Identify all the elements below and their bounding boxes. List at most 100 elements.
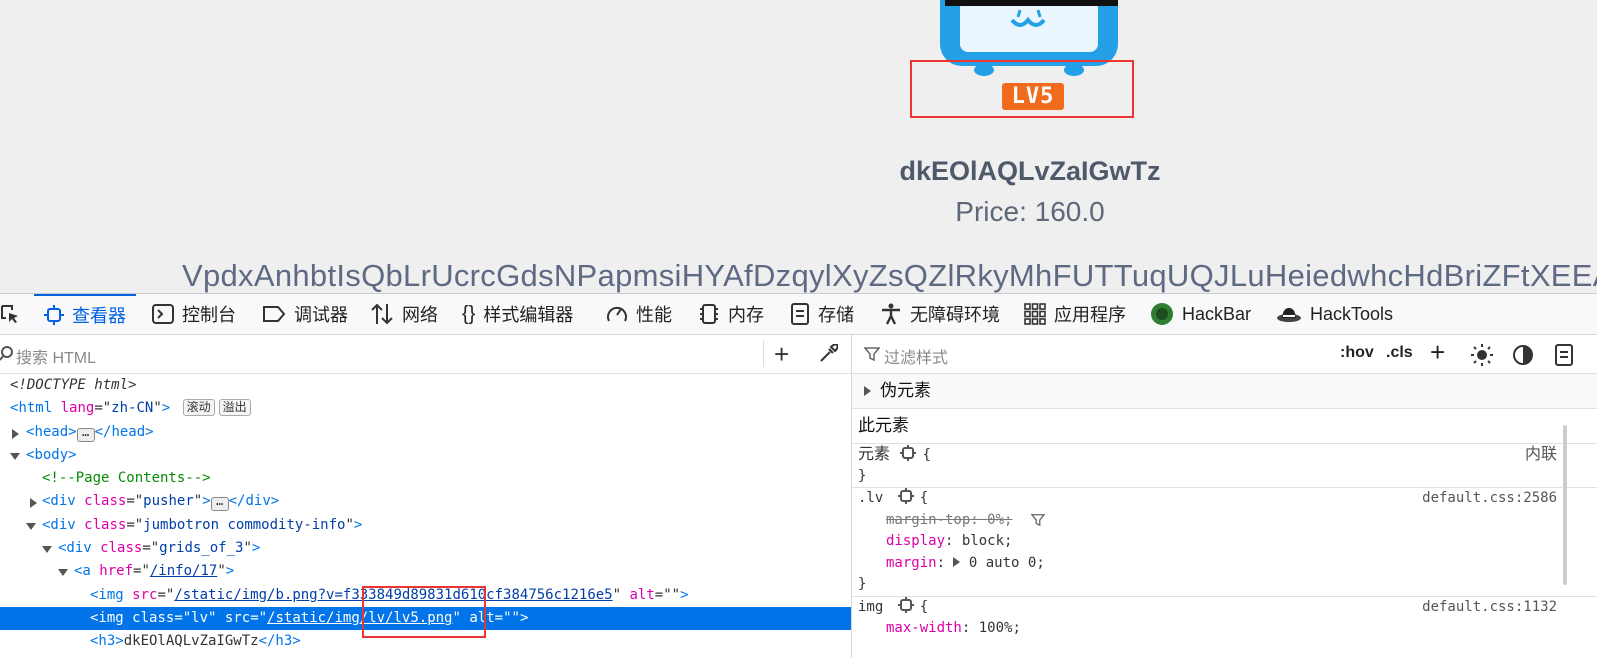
highlight-selector-icon[interactable] [900, 445, 917, 461]
css-declaration[interactable]: display: block; [852, 531, 1597, 553]
expand-triangle-icon[interactable] [30, 498, 37, 509]
rule-selector: 元素 [858, 446, 891, 463]
cls-button[interactable]: .cls [1386, 344, 1413, 362]
memory-icon [700, 304, 718, 324]
collapse-triangle-icon[interactable] [58, 569, 68, 577]
tree-node-div-grids[interactable]: <div class="grids_of_3"> [0, 537, 851, 560]
filter-styles-input[interactable]: 过滤样式 [884, 344, 948, 368]
divider [763, 341, 764, 367]
highlight-box-level [910, 60, 1134, 118]
tab-network[interactable]: 网络 [370, 294, 438, 334]
tab-label: 控制台 [182, 305, 236, 325]
light-theme-icon[interactable] [1470, 343, 1494, 367]
markup-panel: 搜索 HTML + <!DOCTYPE html> <html lang="zh… [0, 335, 852, 658]
add-node-button[interactable]: + [774, 341, 789, 367]
highlight-selector-icon[interactable] [897, 488, 914, 504]
highlight-box-src [362, 586, 486, 638]
tab-hackbar[interactable]: HackBar [1150, 294, 1251, 334]
hackbar-icon [1151, 303, 1173, 325]
tab-label: 应用程序 [1054, 305, 1126, 325]
tab-label: 查看器 [72, 306, 126, 326]
section-title: 伪元素 [880, 381, 931, 400]
tab-label: HackTools [1310, 303, 1394, 324]
rule-img[interactable]: img { default.css:1132 max-width: 100%; [852, 596, 1597, 640]
eyedropper-icon[interactable] [818, 344, 838, 364]
rules-scrollbar[interactable] [1563, 425, 1567, 585]
product-title: dkEOlAQLvZaIGwTz [899, 156, 1161, 186]
tree-node-head[interactable]: <head>… </head> [0, 421, 851, 444]
collapse-triangle-icon[interactable] [10, 452, 20, 460]
application-icon [1024, 303, 1046, 325]
rule-selector: img [858, 598, 884, 615]
expand-triangle-icon[interactable] [12, 428, 19, 439]
tree-node-div-jumbotron[interactable]: <div class="jumbotron commodity-info"> [0, 514, 851, 537]
accessibility-icon [882, 303, 900, 325]
tree-node-body[interactable]: <body> [0, 444, 851, 467]
rule-lv[interactable]: .lv { default.css:2586 margin-top: 0%; d… [852, 488, 1597, 597]
collapsed-ellipsis-icon[interactable]: … [210, 495, 229, 512]
tree-node-div-pusher[interactable]: <div class="pusher">… </div> [0, 490, 851, 513]
tab-hacktools[interactable]: HackTools [1276, 294, 1393, 334]
tab-accessibility[interactable]: 无障碍环境 [880, 294, 1000, 334]
dark-theme-icon[interactable] [1512, 344, 1534, 366]
collapsed-ellipsis-icon[interactable]: … [76, 426, 95, 442]
tree-node-html[interactable]: <html lang="zh-CN"> 滚动 溢出 [0, 397, 851, 420]
tab-inspector[interactable]: 查看器 [34, 294, 136, 334]
collapse-triangle-icon[interactable] [26, 522, 36, 530]
rule-source: 内联 [1524, 446, 1557, 463]
expand-triangle-icon[interactable] [953, 556, 961, 567]
tab-memory[interactable]: 内存 [698, 294, 764, 334]
collapse-triangle-icon[interactable] [42, 546, 52, 554]
scroll-badge[interactable]: 滚动 [182, 399, 215, 417]
add-rule-button[interactable]: + [1430, 337, 1445, 368]
tab-storage[interactable]: 存储 [790, 294, 854, 334]
tab-label: 调试器 [294, 305, 348, 325]
tab-console[interactable]: 控制台 [152, 294, 236, 334]
tree-node-a[interactable]: <a href="/info/17"> [0, 560, 851, 583]
style-editor-icon: {} [462, 302, 476, 325]
tab-label: 内存 [728, 305, 764, 325]
search-row: 搜索 HTML + [0, 335, 851, 374]
pseudo-elements-section[interactable]: 伪元素 [852, 374, 1597, 409]
tree-node-doctype[interactable]: <!DOCTYPE html> [0, 374, 851, 397]
search-icon [0, 346, 13, 361]
product-description: VpdxAnhbtIsQbLrUcrcGdsNPapmsiHYAfDzqylXy… [182, 258, 1597, 293]
tab-label: 网络 [402, 305, 438, 325]
network-icon [371, 303, 393, 325]
this-element-section: 此元素 [852, 409, 1597, 444]
devtools-toolbar: 查看器 控制台 调试器 网络 {} 样式编辑器 性能 内存 存储 无障碍环境 应… [0, 293, 1597, 335]
page-preview: LV5 dkEOlAQLvZaIGwTz Price: 160.0 VpdxAn… [0, 0, 1597, 293]
print-media-icon[interactable] [1554, 344, 1574, 366]
hov-button[interactable]: :hov [1340, 344, 1374, 362]
rule-source-link[interactable]: default.css:2586 [1422, 488, 1557, 510]
tab-debugger[interactable]: 调试器 [262, 294, 348, 334]
tab-label: 存储 [818, 305, 854, 325]
pick-element-icon [1, 305, 18, 323]
element-picker-button[interactable] [0, 294, 20, 334]
product-price: Price: 160.0 [955, 196, 1105, 227]
tab-label: HackBar [1182, 303, 1252, 324]
tab-label: 无障碍环境 [910, 305, 1000, 325]
highlight-selector-icon[interactable] [897, 596, 914, 613]
rule-element-inline[interactable]: 元素 { 内联 } [852, 444, 1597, 488]
css-declaration[interactable]: margin: 0 auto 0; [852, 553, 1597, 575]
filter-icon [864, 347, 880, 362]
expand-triangle-icon[interactable] [864, 386, 871, 396]
tree-node-comment[interactable]: <!--Page Contents--> [0, 467, 851, 490]
filter-property-icon[interactable] [1030, 513, 1046, 527]
css-declaration-overridden[interactable]: margin-top: 0%; [852, 510, 1597, 532]
tab-label: 性能 [636, 305, 672, 325]
rule-source-link[interactable]: default.css:1132 [1422, 597, 1557, 619]
tab-style-editor[interactable]: {} 样式编辑器 [462, 294, 573, 334]
inspector-icon [44, 305, 64, 325]
debugger-icon [263, 306, 286, 322]
overflow-badge[interactable]: 溢出 [218, 399, 251, 417]
tab-performance[interactable]: 性能 [606, 294, 672, 334]
section-title: 此元素 [852, 409, 1597, 443]
css-declaration[interactable]: max-width: 100%; [852, 618, 1597, 640]
rules-panel: 过滤样式 :hov .cls + 伪元素 此元素 元素 { 内联 } .lv {… [852, 335, 1597, 658]
search-html-input[interactable]: 搜索 HTML [16, 344, 96, 368]
storage-icon [791, 303, 809, 325]
tab-application[interactable]: 应用程序 [1024, 294, 1126, 334]
performance-icon [607, 306, 627, 322]
